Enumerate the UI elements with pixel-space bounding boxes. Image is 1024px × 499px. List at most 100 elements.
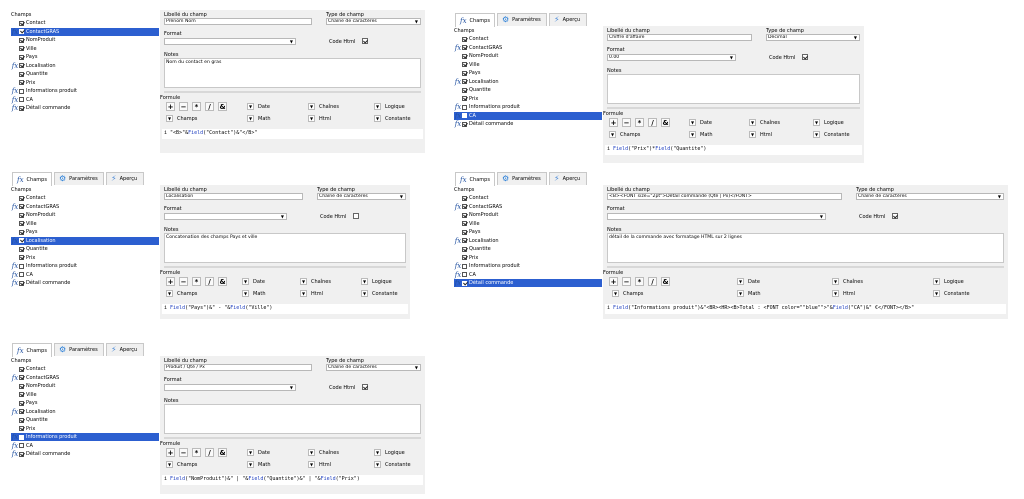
field-checkbox[interactable] [19,255,24,260]
insert-dropdown[interactable]: ▼ [308,449,315,456]
insert-dropdown[interactable]: ▼ [166,461,173,468]
field-checkbox[interactable] [19,392,24,397]
field-checkbox[interactable] [19,71,24,77]
field-list-item[interactable]: fx ContactGRAS [11,374,159,382]
field-list-item[interactable]: Prix [11,79,159,87]
field-checkbox[interactable] [19,204,24,209]
field-list-item[interactable]: Quantite [11,245,159,253]
field-checkbox[interactable] [19,280,24,286]
insert-dropdown[interactable]: ▼ [247,103,254,110]
notes-textarea[interactable] [164,404,421,434]
field-checkbox[interactable] [19,80,24,85]
type-combo[interactable]: Chaîne de caractères ▼ [317,193,406,200]
divide-button[interactable]: / [648,277,657,286]
field-list-item[interactable]: fx ContactGRAS [11,203,159,211]
insert-dropdown[interactable]: ▼ [300,278,307,285]
field-list-item[interactable]: Pays [11,399,159,407]
field-checkbox[interactable] [19,434,24,440]
field-list-item[interactable]: fx Localisation [11,236,159,245]
plus-button[interactable]: + [166,448,175,457]
code-html-checkbox[interactable] [892,213,898,219]
field-checkbox[interactable] [19,20,24,26]
field-checkbox[interactable] [462,195,467,201]
field-list-item[interactable]: fx Localisation [11,62,159,70]
insert-dropdown[interactable]: ▼ [166,290,173,297]
field-list-item[interactable]: Contact [454,35,602,43]
splitter[interactable] [164,266,406,268]
insert-dropdown[interactable]: ▼ [308,115,315,122]
field-list-item[interactable]: fx Localisation [454,78,602,86]
field-list-item[interactable]: Ville [454,61,602,69]
field-list-item[interactable]: Contact [11,194,159,202]
field-checkbox[interactable] [19,426,24,431]
field-list-item[interactable]: fx CA [11,96,159,104]
field-checkbox[interactable] [462,121,467,127]
code-html-checkbox[interactable] [362,38,368,44]
field-list-item[interactable]: Quantite [454,245,602,253]
field-checkbox[interactable] [19,29,24,34]
code-html-checkbox[interactable] [353,213,359,219]
insert-dropdown[interactable]: ▼ [300,290,307,297]
type-combo[interactable]: Décimal ▼ [766,34,860,41]
field-list-item[interactable]: Pays [11,53,159,61]
field-list-item[interactable]: Contact [11,19,159,27]
divide-button[interactable]: / [205,448,214,457]
formula-editor[interactable]: i Field("Prix")*Field("Quantite") [605,145,862,155]
field-checkbox[interactable] [462,229,467,235]
insert-dropdown[interactable]: ▼ [689,119,696,126]
splitter[interactable] [607,107,860,109]
minus-button[interactable]: − [622,277,631,286]
format-combo[interactable]: ▼ [164,384,296,391]
insert-dropdown[interactable]: ▼ [609,131,616,138]
field-checkbox[interactable] [19,400,24,406]
tab-apercu[interactable]: ⚡ Aperçu [106,172,144,185]
field-checkbox[interactable] [19,375,24,380]
field-list-item[interactable]: Quantite [11,70,159,78]
insert-dropdown[interactable]: ▼ [242,278,249,285]
tab-apercu[interactable]: ⚡ Aperçu [549,172,587,185]
insert-dropdown[interactable]: ▼ [374,461,381,468]
libelle-input[interactable]: Localisation [164,193,303,200]
field-list-item[interactable]: Ville [11,45,159,53]
field-list-item[interactable]: fx CA [11,442,159,450]
field-checkbox[interactable] [19,221,24,226]
format-combo[interactable]: ▼ [164,213,287,220]
field-checkbox[interactable] [462,70,467,76]
formula-editor[interactable]: i "<B>"&Field("Contact")&"</B>" [162,129,423,139]
field-checkbox[interactable] [19,409,24,414]
insert-dropdown[interactable]: ▼ [247,115,254,122]
tab-apercu[interactable]: ⚡ Aperçu [549,13,587,26]
field-checkbox[interactable] [462,62,467,67]
field-list-item[interactable]: fx Informations produit [11,262,159,270]
field-list-item[interactable]: NomProduit [11,211,159,219]
splitter[interactable] [164,91,421,93]
notes-textarea[interactable]: Concatenation des champs Pays et ville [164,233,406,263]
type-combo[interactable]: Chaîne de caractères ▼ [856,193,1004,200]
field-list-item[interactable]: Prix [454,95,602,103]
insert-dropdown[interactable]: ▼ [749,119,756,126]
field-list-item[interactable]: fx ContactGRAS [454,203,602,211]
field-list-item[interactable]: Ville [11,220,159,228]
field-checkbox[interactable] [462,272,467,277]
insert-dropdown[interactable]: ▼ [749,131,756,138]
field-checkbox[interactable] [19,443,24,448]
insert-dropdown[interactable]: ▼ [612,290,619,297]
tab-champs[interactable]: fx Champs [12,343,52,357]
concat-button[interactable]: & [218,277,227,286]
field-checkbox[interactable] [462,36,467,42]
field-list-item[interactable]: fx Informations produit [454,262,602,270]
field-checkbox[interactable] [19,97,24,102]
splitter[interactable] [607,266,1004,268]
field-list-item[interactable]: Pays [11,228,159,236]
field-list-item[interactable]: fx Informations produit [454,103,602,111]
divide-button[interactable]: / [648,118,657,127]
notes-textarea[interactable]: détail de la commande avec formatage HTM… [607,233,1004,263]
field-list-item[interactable]: NomProduit [11,382,159,390]
tab-champs[interactable]: fx Champs [12,172,52,186]
field-list-item[interactable]: fx Détail commande [454,120,602,128]
field-checkbox[interactable] [19,63,24,68]
field-checkbox[interactable] [19,54,24,60]
minus-button[interactable]: − [622,118,631,127]
field-checkbox[interactable] [462,212,467,218]
notes-textarea[interactable]: Nom du contact en gras [164,58,421,88]
